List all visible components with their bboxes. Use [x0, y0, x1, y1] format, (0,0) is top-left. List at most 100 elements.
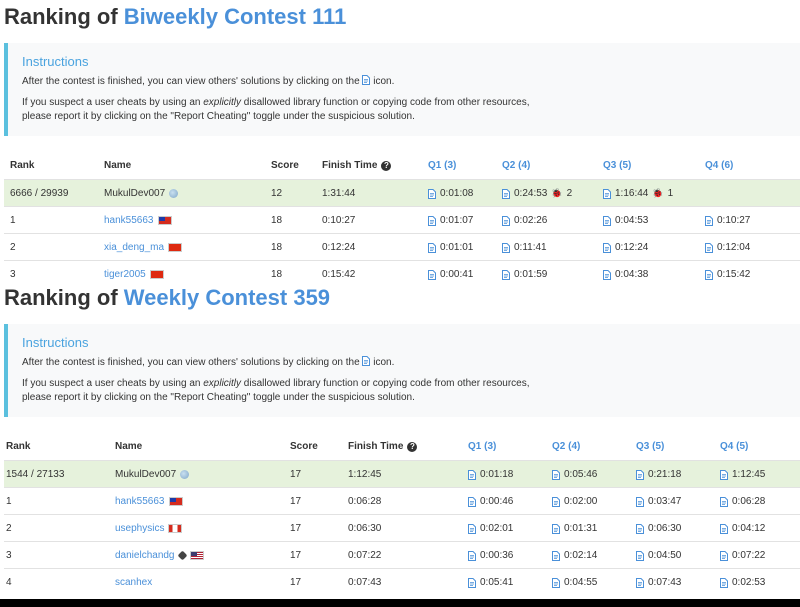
user-link[interactable]: scanhex — [115, 569, 152, 596]
col-q3[interactable]: Q3 (5) — [603, 152, 631, 179]
solution-doc-icon[interactable] — [603, 216, 611, 226]
solution-doc-icon[interactable] — [603, 243, 611, 253]
solution-doc-icon[interactable] — [636, 524, 644, 534]
q3-cell[interactable]: 0:12:24 — [603, 234, 648, 261]
col-q1[interactable]: Q1 (3) — [468, 433, 496, 460]
q4-cell[interactable]: 0:07:22 — [720, 542, 765, 569]
q3-cell[interactable]: 0:03:47 — [636, 488, 681, 515]
solution-doc-icon[interactable] — [502, 243, 510, 253]
solution-doc-icon[interactable] — [720, 524, 728, 534]
bug-icon: 🐞 — [551, 188, 563, 198]
col-q4[interactable]: Q4 (5) — [720, 433, 748, 460]
q2-cell[interactable]: 0:02:14 — [552, 542, 597, 569]
q2-cell[interactable]: 0:02:00 — [552, 488, 597, 515]
q4-cell[interactable]: 0:04:12 — [720, 515, 765, 542]
contest-section-weekly-359: Ranking of Weekly Contest 359 Instructio… — [0, 281, 800, 595]
solution-doc-icon[interactable] — [720, 551, 728, 561]
user-link[interactable]: hank55663 — [115, 488, 165, 515]
col-q2[interactable]: Q2 (4) — [502, 152, 530, 179]
taiwan-flag-icon — [168, 497, 183, 506]
finish-cell: 0:06:30 — [348, 523, 382, 534]
solution-doc-icon[interactable] — [468, 551, 476, 561]
solution-doc-icon[interactable] — [468, 497, 476, 507]
contest-name-link[interactable]: Biweekly Contest 111 — [124, 4, 347, 29]
finish-cell: 0:07:22 — [348, 550, 382, 561]
info-icon[interactable]: ? — [381, 160, 392, 171]
solution-doc-icon[interactable] — [468, 470, 476, 480]
q2-cell[interactable]: 0:01:31 — [552, 515, 597, 542]
solution-doc-icon[interactable] — [428, 243, 436, 253]
user-link[interactable]: hank55663 — [104, 207, 154, 234]
solution-doc-icon[interactable] — [636, 497, 644, 507]
solution-doc-icon[interactable] — [552, 551, 560, 561]
solution-doc-icon[interactable] — [502, 270, 510, 280]
col-q4[interactable]: Q4 (6) — [705, 152, 733, 179]
instructions-text-1: After the contest is finished, you can v… — [22, 357, 395, 368]
col-q2[interactable]: Q2 (4) — [552, 433, 580, 460]
q3-cell[interactable]: 1:16:44 🐞 1 — [603, 180, 673, 207]
q1-cell[interactable]: 0:01:18 — [468, 461, 513, 488]
solution-doc-icon[interactable] — [502, 216, 510, 226]
solution-doc-icon[interactable] — [552, 524, 560, 534]
col-q3[interactable]: Q3 (5) — [636, 433, 664, 460]
solution-doc-icon[interactable] — [502, 189, 510, 199]
q4-cell[interactable]: 0:06:28 — [720, 488, 765, 515]
user-link[interactable]: xia_deng_ma — [104, 234, 164, 261]
user-link[interactable]: danielchandg — [115, 542, 175, 569]
q1-cell[interactable]: 0:02:01 — [468, 515, 513, 542]
solution-doc-icon[interactable] — [603, 270, 611, 280]
solution-doc-icon[interactable] — [428, 189, 436, 199]
q2-cell[interactable]: 0:02:26 — [502, 207, 547, 234]
q3-cell[interactable]: 0:04:50 — [636, 542, 681, 569]
solution-doc-icon[interactable] — [468, 524, 476, 534]
col-q1[interactable]: Q1 (3) — [428, 152, 456, 179]
solution-doc-icon[interactable] — [603, 189, 611, 199]
q1-cell[interactable]: 0:05:41 — [468, 569, 513, 596]
info-icon[interactable]: ? — [407, 441, 418, 452]
q4-cell[interactable]: 0:12:04 — [705, 234, 750, 261]
solution-doc-icon[interactable] — [468, 578, 476, 588]
solution-doc-icon[interactable] — [636, 551, 644, 561]
solution-doc-icon[interactable] — [720, 497, 728, 507]
q3-cell[interactable]: 0:21:18 — [636, 461, 681, 488]
q1-cell[interactable]: 0:00:36 — [468, 542, 513, 569]
q3-cell[interactable]: 0:07:43 — [636, 569, 681, 596]
q2-cell[interactable]: 0:04:55 — [552, 569, 597, 596]
q1-cell[interactable]: 0:00:46 — [468, 488, 513, 515]
q4-cell[interactable]: 0:02:53 — [720, 569, 765, 596]
q1-cell[interactable]: 0:01:01 — [428, 234, 473, 261]
ranking-table-2: Rank Name Score Finish Time ? Q1 (3) Q2 … — [4, 433, 800, 595]
solution-doc-icon[interactable] — [428, 216, 436, 226]
solution-doc-icon[interactable] — [552, 578, 560, 588]
q4-cell[interactable]: 0:10:27 — [705, 207, 750, 234]
solution-doc-icon[interactable] — [705, 243, 713, 253]
q1-cell[interactable]: 0:01:07 — [428, 207, 473, 234]
bottom-black-bar — [0, 599, 800, 607]
solution-doc-icon[interactable] — [428, 270, 436, 280]
q4-cell[interactable]: 1:12:45 — [720, 461, 765, 488]
contest-name-link[interactable]: Weekly Contest 359 — [124, 285, 330, 310]
q2-cell[interactable]: 0:11:41 — [502, 234, 547, 261]
q3-cell[interactable]: 0:06:30 — [636, 515, 681, 542]
q1-cell[interactable]: 0:01:08 — [428, 180, 473, 207]
rank-cell: 2 — [6, 523, 12, 534]
q2-cell[interactable]: 0:05:46 — [552, 461, 597, 488]
solution-doc-icon[interactable] — [705, 270, 713, 280]
user-link[interactable]: usephysics — [115, 515, 164, 542]
solution-doc-icon[interactable] — [636, 470, 644, 480]
table-row: 1 hank55663 18 0:10:27 0:01:07 0:02:26 0… — [4, 206, 800, 233]
solution-doc-icon[interactable] — [636, 578, 644, 588]
score-cell: 12 — [271, 188, 283, 199]
solution-doc-icon[interactable] — [705, 216, 713, 226]
finish-cell: 0:06:28 — [348, 496, 382, 507]
score-cell: 17 — [290, 469, 302, 480]
table-header: Rank Name Score Finish Time ? Q1 (3) Q2 … — [4, 152, 800, 179]
q2-cell[interactable]: 0:24:53 🐞 2 — [502, 180, 572, 207]
q3-cell[interactable]: 0:04:53 — [603, 207, 648, 234]
instructions-title: Instructions — [22, 335, 89, 350]
solution-doc-icon[interactable] — [720, 470, 728, 480]
solution-doc-icon[interactable] — [552, 497, 560, 507]
name-cell: xia_deng_ma — [104, 234, 183, 261]
solution-doc-icon[interactable] — [720, 578, 728, 588]
solution-doc-icon[interactable] — [552, 470, 560, 480]
